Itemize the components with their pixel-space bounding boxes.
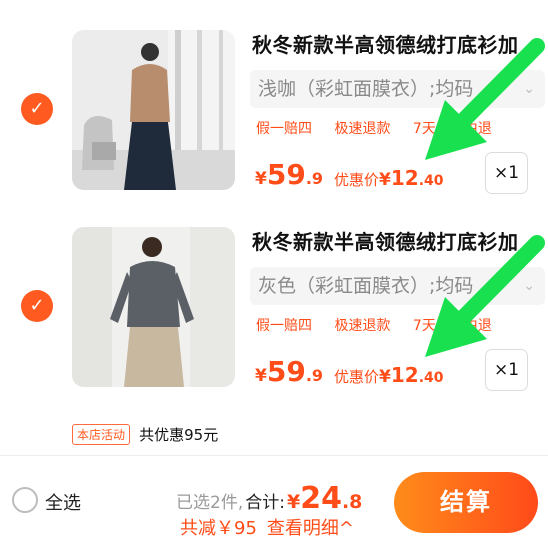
price-decimal: .9 bbox=[305, 366, 324, 385]
promo-label: 优惠价 bbox=[334, 368, 380, 386]
price-currency: ¥ bbox=[255, 169, 267, 189]
variant-selector[interactable]: 灰色（彩虹面膜衣）;均码 ⌄ bbox=[250, 267, 545, 305]
variant-label: 灰色（彩虹面膜衣）;均码 bbox=[258, 275, 474, 297]
product-photo bbox=[72, 30, 235, 190]
promo-integer: 12 bbox=[390, 166, 419, 190]
price: ¥59.9 bbox=[255, 158, 323, 191]
service-tags: 假一赔四 极速退款 7天无理由退 bbox=[256, 315, 492, 335]
store-promo-badge: 本店活动 bbox=[72, 424, 131, 445]
item-checkbox[interactable]: ✓ bbox=[21, 290, 53, 322]
tag: 假一赔四 bbox=[256, 121, 312, 137]
selected-count: 已选2件, bbox=[176, 493, 244, 513]
product-image[interactable] bbox=[72, 30, 235, 190]
total-decimal: .8 bbox=[341, 491, 363, 513]
promo-currency: ¥ bbox=[379, 367, 391, 387]
product-title[interactable]: 秋冬新款半高领德绒打底衫加 bbox=[252, 29, 548, 58]
service-tags: 假一赔四 极速退款 7天无理由退 bbox=[256, 118, 492, 138]
order-summary: 已选2件, 合计: ¥24.8 bbox=[176, 481, 362, 516]
promo-currency: ¥ bbox=[379, 170, 391, 190]
tag: 7天无理由退 bbox=[412, 318, 492, 334]
tag: 假一赔四 bbox=[256, 318, 312, 334]
item-checkbox[interactable]: ✓ bbox=[21, 93, 53, 125]
total-label: 合计: bbox=[245, 493, 285, 513]
checkout-bar: 全选 已选2件, 合计: ¥24.8 共减￥95 查看明细^ 结算 bbox=[0, 455, 548, 550]
price-integer: 59 bbox=[266, 158, 306, 191]
cart-item: ✓ 秋冬新款半高领德绒打底衫加 灰色（彩虹面膜衣）;均码 ⌄ 假一赔四 极速退款… bbox=[0, 197, 548, 392]
quantity-button[interactable]: ×1 bbox=[485, 349, 528, 391]
cart-list: ✓ 秋冬新款半高领德绒打底衫加 浅咖（彩虹面膜衣）;均码 ⌄ 假一赔四 极速退款… bbox=[0, 0, 548, 455]
store-promo-text: 共优惠95元 bbox=[139, 426, 219, 444]
tag: 7天无理由退 bbox=[412, 121, 492, 137]
product-shirt bbox=[127, 261, 180, 327]
discount-row: 共减￥95 查看明细^ bbox=[180, 514, 354, 540]
select-all-checkbox[interactable] bbox=[12, 487, 38, 513]
select-all-label[interactable]: 全选 bbox=[45, 489, 81, 515]
tag: 极速退款 bbox=[334, 121, 391, 137]
chevron-down-icon: ⌄ bbox=[523, 278, 535, 294]
product-image[interactable] bbox=[72, 227, 235, 387]
view-details-link[interactable]: 查看明细^ bbox=[267, 518, 354, 539]
variant-label: 浅咖（彩虹面膜衣）;均码 bbox=[258, 78, 474, 100]
promo-label: 优惠价 bbox=[334, 171, 380, 189]
store-promo-row: 本店活动 共优惠95元 bbox=[72, 424, 218, 445]
price-integer: 59 bbox=[266, 355, 306, 388]
variant-selector[interactable]: 浅咖（彩虹面膜衣）;均码 ⌄ bbox=[250, 70, 545, 108]
product-photo bbox=[72, 227, 235, 387]
total-currency: ¥ bbox=[286, 491, 301, 513]
promo-decimal: .40 bbox=[418, 370, 444, 386]
price-currency: ¥ bbox=[255, 366, 267, 386]
price: ¥59.9 bbox=[255, 355, 323, 388]
checkout-button[interactable]: 结算 bbox=[394, 472, 538, 533]
promo-decimal: .40 bbox=[418, 173, 444, 189]
promo-integer: 12 bbox=[390, 363, 419, 387]
promo-price: 优惠价¥12.40 bbox=[334, 166, 444, 190]
product-shirt bbox=[130, 64, 170, 122]
quantity-button[interactable]: ×1 bbox=[485, 152, 528, 194]
product-title[interactable]: 秋冬新款半高领德绒打底衫加 bbox=[252, 226, 548, 255]
cart-item: ✓ 秋冬新款半高领德绒打底衫加 浅咖（彩虹面膜衣）;均码 ⌄ 假一赔四 极速退款… bbox=[0, 0, 548, 195]
discount-text: 共减￥95 bbox=[180, 518, 257, 539]
promo-price: 优惠价¥12.40 bbox=[334, 363, 444, 387]
total-integer: 24 bbox=[300, 481, 342, 516]
price-decimal: .9 bbox=[305, 169, 324, 188]
tag: 极速退款 bbox=[334, 318, 391, 334]
chevron-down-icon: ⌄ bbox=[523, 81, 535, 97]
